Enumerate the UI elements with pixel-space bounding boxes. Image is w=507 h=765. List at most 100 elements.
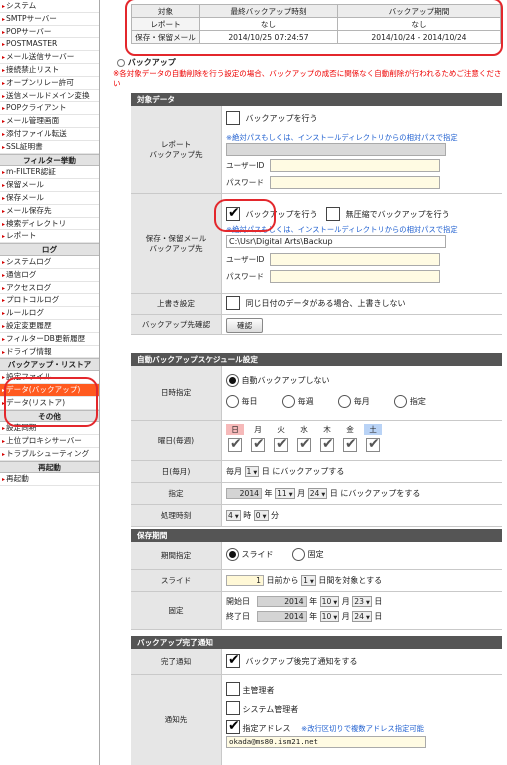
timing-radio-weekly[interactable]: [282, 395, 296, 408]
sidebar-item[interactable]: ▸オープンリレー許可: [0, 77, 99, 90]
timing-radio-monthly[interactable]: [338, 395, 352, 408]
sidebar-item-label: 添付ファイル転送: [6, 128, 67, 138]
weekday-checkbox[interactable]: [366, 436, 380, 452]
mail-path-input[interactable]: C:\Usr\Digital Arts\Backup: [226, 235, 446, 248]
sidebar-item[interactable]: ▸データ(リストア): [0, 397, 99, 410]
sidebar-item[interactable]: ▸検索ディレクトリ: [0, 218, 99, 231]
slide-option: スライド: [241, 550, 274, 559]
weekday-name: 日: [226, 424, 244, 435]
slide-suffix: 日間を対象とする: [318, 576, 383, 585]
sidebar-item[interactable]: ▸プロトコルログ: [0, 294, 99, 308]
sidebar-item[interactable]: ▸メール保存先: [0, 205, 99, 218]
mail-backup-option: バックアップを行う: [245, 209, 318, 219]
sidebar-item[interactable]: ▸設定ファイル: [0, 371, 99, 384]
overwrite-checkbox[interactable]: [226, 296, 240, 310]
backup-status-table: 対象 最終バックアップ時刻 バックアップ期間 レポート なし なし 保存・保留メ…: [131, 4, 502, 44]
sidebar-item[interactable]: ▸メール送信サーバー: [0, 51, 99, 64]
days-ago-input[interactable]: 1: [226, 575, 264, 586]
sidebar-item[interactable]: ▸アクセスログ: [0, 282, 99, 295]
year-unit: 年: [309, 597, 318, 606]
sidebar-item[interactable]: ▸添付ファイル転送: [0, 128, 99, 141]
specified-month-select[interactable]: 11 ▼: [275, 488, 295, 499]
sidebar-item-label: プロトコルログ: [6, 295, 60, 305]
confirm-button[interactable]: 確認: [226, 318, 264, 333]
report-backup-checkbox[interactable]: [226, 111, 240, 125]
sidebar-item[interactable]: ▸システム: [0, 0, 99, 13]
sidebar-item[interactable]: ▸通信ログ: [0, 269, 99, 282]
start-day-select[interactable]: 23 ▼: [352, 596, 372, 607]
days-ago-unit: 日前から: [266, 576, 299, 585]
sidebar-item[interactable]: ▸送信メールドメイン変換: [0, 90, 99, 103]
done-notify-checkbox[interactable]: [226, 652, 240, 668]
sidebar-item[interactable]: ▸システムログ: [0, 256, 99, 269]
mail-user-id-input[interactable]: [270, 253, 440, 266]
no-compress-checkbox[interactable]: [326, 207, 341, 221]
sidebar-item[interactable]: ▸再起動: [0, 473, 99, 487]
specified-year-input[interactable]: 2014: [226, 488, 262, 499]
sidebar-item[interactable]: ▸POPサーバー: [0, 26, 99, 39]
specified-day-select[interactable]: 24 ▼: [307, 488, 328, 499]
end-month-select[interactable]: 10 ▼: [319, 611, 340, 622]
start-month-select[interactable]: 10 ▼: [319, 596, 340, 607]
monthly-day-select[interactable]: 1 ▼: [244, 466, 260, 477]
start-year-input[interactable]: 2014: [256, 596, 307, 607]
sidebar-item[interactable]: ▸保存メール: [0, 192, 99, 205]
sidebar-item[interactable]: ▸上位プロキシサーバー: [0, 435, 99, 448]
minute-select[interactable]: 0 ▼: [253, 510, 269, 521]
sidebar-item[interactable]: ▸ルールログ: [0, 307, 99, 320]
confirm-row: バックアップ先確認 確認: [131, 315, 502, 335]
sidebar-item[interactable]: ▸POSTMASTER: [0, 38, 99, 52]
end-day-select[interactable]: 24 ▼: [352, 611, 372, 622]
sidebar-item[interactable]: ▸フィルターDB更新履歴: [0, 333, 99, 346]
sidebar-item-label: 上位プロキシサーバー: [6, 436, 82, 446]
arrow-right-icon: ▸: [2, 41, 6, 49]
hour-select[interactable]: 4 ▼: [226, 510, 241, 521]
sidebar-item[interactable]: ▸レポート: [0, 230, 99, 244]
arrow-right-icon: ▸: [2, 233, 6, 241]
report-password-input[interactable]: [270, 176, 440, 189]
admin-checkbox[interactable]: [226, 682, 240, 696]
arrow-right-icon: ▸: [2, 143, 6, 151]
weekday-checkbox[interactable]: [297, 436, 311, 452]
section-heading: 自動バックアップスケジュール設定: [131, 353, 502, 366]
weekday-checkbox[interactable]: [228, 436, 242, 452]
slide-radio[interactable]: [226, 548, 239, 561]
sidebar-item[interactable]: ▸SSL証明書: [0, 141, 99, 154]
sidebar-item-label: アクセスログ: [6, 282, 52, 292]
sidebar-item[interactable]: ▸設定変更履歴: [0, 320, 99, 333]
timing-radio-daily[interactable]: [226, 395, 239, 408]
report-user-id-input[interactable]: [270, 159, 440, 172]
slide-count-select[interactable]: 1 ▼: [301, 575, 316, 586]
weekday-checkbox[interactable]: [274, 436, 288, 452]
end-year-input[interactable]: 2014: [256, 611, 307, 622]
report-path-input[interactable]: [226, 143, 446, 156]
fixed-label: 固定: [131, 592, 222, 629]
weekday-checkbox[interactable]: [343, 436, 357, 452]
sidebar-item[interactable]: ▸接続禁止リスト: [0, 64, 99, 77]
timing-radio-specified[interactable]: [394, 395, 408, 408]
backup-radio[interactable]: [117, 58, 125, 67]
mail-backup-checkbox[interactable]: [226, 205, 240, 221]
sidebar-item[interactable]: ▸保留メール: [0, 179, 99, 192]
sidebar-item-label: システム: [6, 1, 37, 10]
sidebar-item[interactable]: ▸データ(バックアップ): [0, 383, 99, 397]
sidebar-item[interactable]: ▸メール管理画面: [0, 115, 99, 128]
user-id-label: ユーザーID: [226, 161, 265, 170]
arrow-right-icon: ▸: [2, 66, 6, 74]
sidebar-item[interactable]: ▸SMTPサーバー: [0, 13, 99, 26]
fixed-radio[interactable]: [292, 548, 306, 561]
sysadmin-checkbox[interactable]: [226, 701, 240, 715]
chevron-down-icon: ▼: [333, 600, 338, 606]
sidebar-item[interactable]: ▸設定同期: [0, 422, 99, 436]
sidebar-item[interactable]: ▸m-FILTER認証: [0, 166, 99, 180]
timing-radio-none[interactable]: [226, 374, 239, 387]
sidebar-item[interactable]: ▸トラブルシューティング: [0, 448, 99, 461]
address-checkbox[interactable]: [226, 718, 240, 734]
address-textarea[interactable]: okada@ms80.ism21.net: [226, 736, 426, 748]
sidebar-item[interactable]: ▸ドライブ情報: [0, 346, 99, 359]
weekday-checkbox[interactable]: [251, 436, 265, 452]
arrow-right-icon: ▸: [2, 130, 6, 138]
weekday-checkbox[interactable]: [320, 436, 334, 452]
mail-password-input[interactable]: [270, 270, 440, 283]
sidebar-item[interactable]: ▸POPクライアント: [0, 102, 99, 116]
